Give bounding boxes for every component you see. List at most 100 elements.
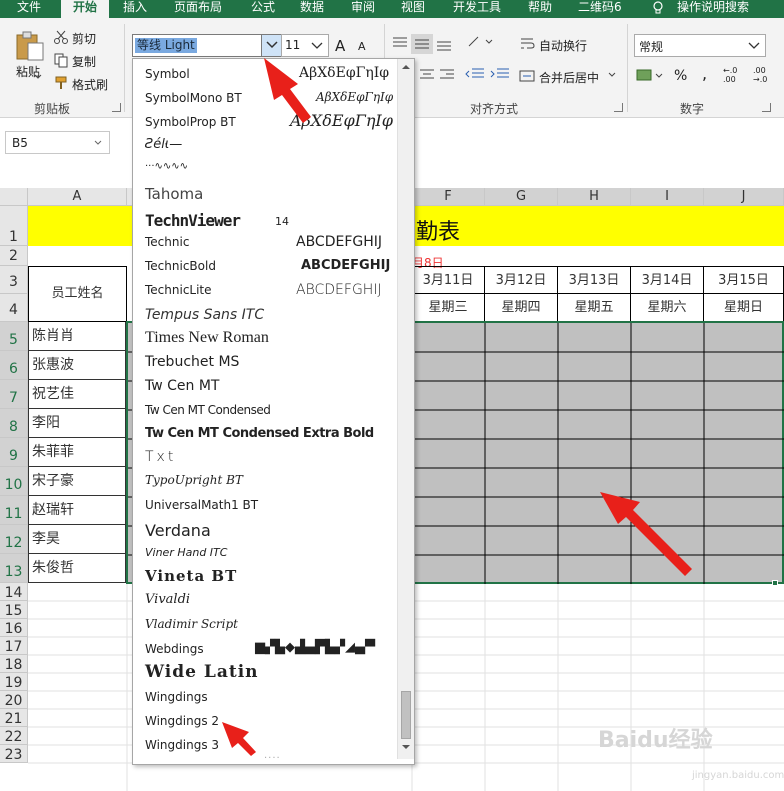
font-name-combobox[interactable]: 等线 Light: [132, 34, 283, 57]
column-header-h[interactable]: H: [558, 188, 631, 206]
grow-font-button[interactable]: A: [335, 37, 345, 55]
increase-indent-icon[interactable]: [489, 67, 511, 83]
decrease-decimal-button[interactable]: .00 →.0: [753, 66, 775, 84]
alignment-launcher[interactable]: [614, 103, 623, 112]
font-option[interactable]: Wingdings 2: [145, 714, 219, 728]
column-header-f[interactable]: F: [412, 188, 485, 206]
font-option[interactable]: Times New Roman: [145, 329, 269, 347]
font-option[interactable]: Verdana: [145, 521, 211, 540]
wrap-text-button[interactable]: 自动换行: [539, 37, 587, 54]
chevron-down-icon[interactable]: [608, 72, 616, 78]
align-right-icon[interactable]: [438, 68, 456, 82]
weekday-cell[interactable]: 星期四: [485, 294, 558, 322]
employee-name-cell[interactable]: 李昊: [28, 525, 126, 554]
font-option[interactable]: Txt: [145, 449, 176, 465]
scissors-icon[interactable]: [53, 29, 69, 45]
row-header[interactable]: 22: [0, 727, 28, 745]
column-header-i[interactable]: I: [631, 188, 704, 206]
tell-me-search[interactable]: 操作说明搜索: [677, 0, 749, 18]
employee-name-cell[interactable]: 张惠波: [28, 351, 126, 380]
font-option[interactable]: UniversalMath1 BT: [145, 498, 258, 512]
font-dropdown-button[interactable]: [261, 35, 282, 56]
name-box[interactable]: B5: [5, 131, 110, 154]
font-list-scrollbar[interactable]: [397, 59, 414, 759]
number-format-value[interactable]: 常规: [639, 38, 663, 55]
row-header[interactable]: 18: [0, 655, 28, 673]
date-cell[interactable]: 3月14日: [631, 266, 704, 294]
row-header[interactable]: 15: [0, 601, 28, 619]
font-option[interactable]: SymbolMono BT: [145, 91, 242, 105]
weekday-cell[interactable]: 星期六: [631, 294, 704, 322]
font-option[interactable]: Tw Cen MT Condensed Extra Bold: [145, 426, 374, 441]
row-header[interactable]: 21: [0, 709, 28, 727]
font-option[interactable]: Wingdings 3: [145, 738, 219, 752]
row-header[interactable]: 10: [0, 467, 28, 496]
font-option[interactable]: Viner Hand ITC: [145, 546, 227, 559]
font-option[interactable]: Ƨéŀι—: [145, 137, 182, 152]
tab-review[interactable]: 审阅: [351, 0, 375, 18]
decrease-indent-icon[interactable]: [464, 67, 486, 83]
date-cell[interactable]: 3月12日: [485, 266, 558, 294]
chevron-down-icon[interactable]: [747, 41, 761, 51]
name-box-value[interactable]: B5: [12, 136, 28, 150]
column-header-g[interactable]: G: [485, 188, 558, 206]
fill-handle[interactable]: [772, 580, 778, 586]
font-option[interactable]: Vineta BT: [145, 567, 237, 585]
employee-name-cell[interactable]: 赵瑞轩: [28, 496, 126, 525]
font-option[interactable]: Wingdings: [145, 690, 208, 704]
font-name-value[interactable]: 等线 Light: [135, 38, 197, 53]
font-size-combobox[interactable]: 11: [281, 34, 329, 57]
date-cell[interactable]: 3月15日: [704, 266, 784, 294]
date-cell[interactable]: 3月11日: [412, 266, 485, 294]
font-dropdown-list[interactable]: Symbol ΑβΧδΕφΓηΙφ SymbolMono BT ΑβΧδΕφΓη…: [132, 58, 415, 765]
clipboard-launcher[interactable]: [112, 103, 121, 112]
row-header[interactable]: 11: [0, 496, 28, 525]
row-header[interactable]: 7: [0, 380, 28, 409]
chevron-down-icon[interactable]: [310, 40, 324, 52]
font-option[interactable]: TechnicBold: [145, 259, 216, 273]
increase-decimal-button[interactable]: ←.0 .00: [723, 66, 743, 84]
tab-qrcode[interactable]: 二维码6: [578, 0, 622, 18]
employee-name-cell[interactable]: 朱菲菲: [28, 438, 126, 467]
copy-icon[interactable]: [53, 52, 69, 68]
font-option[interactable]: ···∿∿∿∿: [145, 161, 188, 172]
weekday-cell[interactable]: 星期五: [558, 294, 631, 322]
row-header[interactable]: 20: [0, 691, 28, 709]
name-header-cell[interactable]: 员工姓名: [28, 266, 127, 322]
row-header[interactable]: 5: [0, 322, 28, 351]
font-option[interactable]: Tw Cen MT: [145, 378, 219, 394]
tab-insert[interactable]: 插入: [123, 0, 147, 18]
number-format-combobox[interactable]: 常规: [634, 34, 766, 57]
merge-center-icon[interactable]: [519, 68, 535, 84]
resize-grip[interactable]: ····: [264, 753, 281, 764]
row-header[interactable]: 12: [0, 525, 28, 554]
employee-name-cell[interactable]: 朱俊哲: [28, 554, 126, 583]
tab-formulas[interactable]: 公式: [251, 0, 275, 18]
font-option[interactable]: Technic: [145, 235, 189, 249]
percent-button[interactable]: %: [674, 68, 687, 84]
cut-button[interactable]: 剪切: [72, 30, 96, 47]
scroll-down-icon[interactable]: [401, 743, 411, 751]
column-header-a[interactable]: A: [28, 188, 127, 206]
orientation-icon[interactable]: [466, 34, 494, 50]
scroll-up-icon[interactable]: [401, 63, 411, 71]
row-header[interactable]: 1: [0, 206, 28, 246]
employee-name-cell[interactable]: 宋子豪: [28, 467, 126, 496]
row-header[interactable]: 13: [0, 554, 28, 583]
number-launcher[interactable]: [762, 103, 771, 112]
row-header[interactable]: 8: [0, 409, 28, 438]
weekday-cell[interactable]: 星期三: [412, 294, 485, 322]
row-header[interactable]: 4: [0, 294, 28, 322]
row-header[interactable]: 16: [0, 619, 28, 637]
font-option[interactable]: Tempus Sans ITC: [145, 307, 264, 323]
row-header[interactable]: 3: [0, 266, 28, 294]
align-bottom-icon[interactable]: [435, 36, 453, 52]
row-header[interactable]: 14: [0, 583, 28, 601]
date-cell[interactable]: 3月13日: [558, 266, 631, 294]
font-option[interactable]: SymbolProp BT: [145, 115, 236, 129]
font-option[interactable]: Tw Cen MT Condensed: [145, 403, 271, 417]
select-all-corner[interactable]: [0, 188, 28, 206]
shrink-font-button[interactable]: A: [358, 40, 366, 53]
row-header[interactable]: 23: [0, 745, 28, 763]
scrollbar-thumb[interactable]: [401, 691, 411, 739]
